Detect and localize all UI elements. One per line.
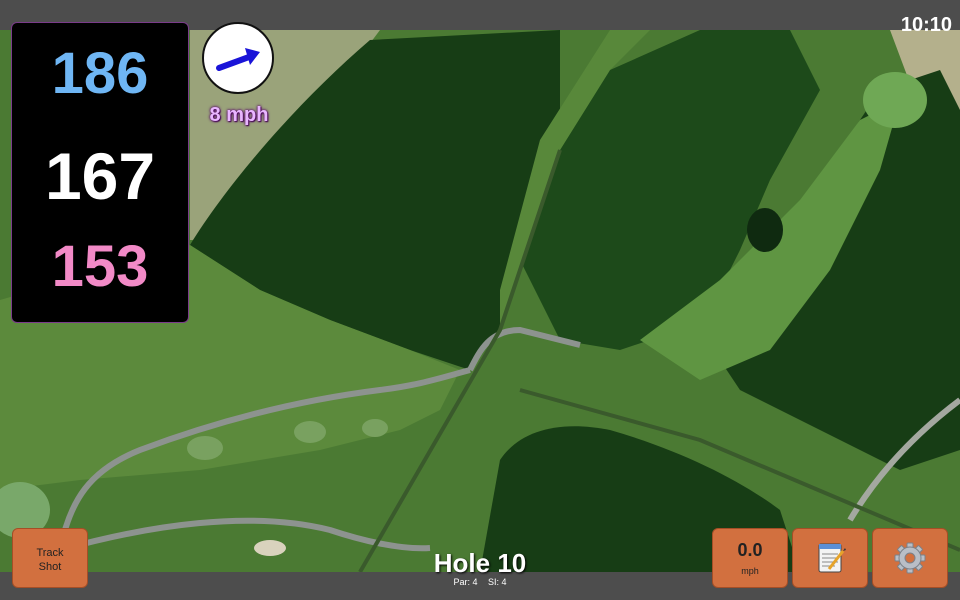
back-yardage: 186 bbox=[51, 41, 149, 106]
track-shot-label: Track Shot bbox=[36, 547, 64, 573]
wind-speed-label: 8 mph bbox=[209, 104, 269, 126]
wind-arrow-icon bbox=[216, 48, 260, 71]
settings-button[interactable] bbox=[872, 528, 948, 588]
clock: 10:10 bbox=[900, 14, 952, 36]
hole-info: Par: 4 SI: 4 bbox=[400, 577, 560, 587]
hole-par: Par: 4 bbox=[453, 577, 478, 587]
notepad-icon bbox=[818, 543, 846, 573]
yardage-panel: 186 167 153 bbox=[11, 22, 189, 323]
wind-speed-value: 0.0 bbox=[737, 540, 763, 560]
track-shot-button[interactable]: Track Shot bbox=[12, 528, 88, 588]
wind-speed-button[interactable]: 0.0 mph bbox=[712, 528, 788, 588]
front-yardage: 153 bbox=[51, 234, 149, 299]
gear-icon bbox=[894, 542, 926, 574]
hole-si: SI: 4 bbox=[488, 577, 507, 587]
hole-title: Hole 10 bbox=[433, 548, 527, 578]
notes-button[interactable] bbox=[792, 528, 868, 588]
wind-dial bbox=[202, 22, 274, 94]
middle-yardage: 167 bbox=[44, 139, 156, 213]
wind-speed-unit: mph bbox=[741, 566, 759, 576]
